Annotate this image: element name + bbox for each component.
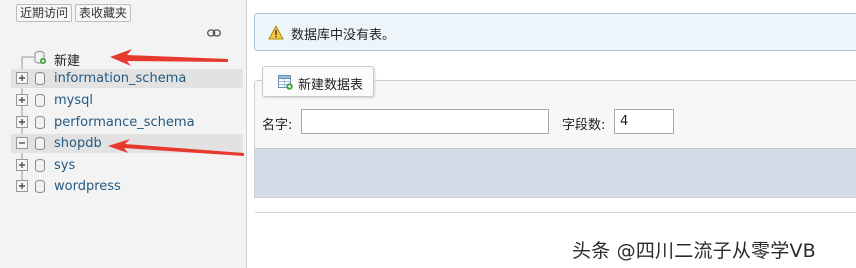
tree-item-label: 新建 <box>54 54 81 69</box>
new-db-icon <box>34 51 46 64</box>
database-icon <box>35 180 45 193</box>
tree-item-label: mysql <box>54 93 93 108</box>
collapse-minus-icon[interactable] <box>16 137 28 149</box>
database-icon <box>35 72 45 85</box>
tree-item-shopdb[interactable]: shopdb <box>11 134 243 153</box>
main-content: 数据库中没有表。 新建数据表 名字: 字段数: <box>248 0 856 268</box>
tree-item-sys[interactable]: sys <box>11 156 243 175</box>
table-name-input[interactable] <box>301 109 549 134</box>
new-table-icon <box>278 75 293 90</box>
tree-item-wordpress[interactable]: wordpress <box>11 177 243 196</box>
tree-item-label: wordpress <box>54 179 121 194</box>
database-icon <box>35 137 45 150</box>
divider <box>255 212 856 213</box>
expand-plus-icon[interactable] <box>16 94 28 106</box>
expand-plus-icon[interactable] <box>16 159 28 171</box>
tree-item-information-schema[interactable]: information_schema <box>11 69 243 88</box>
column-count-label: 字段数: <box>562 118 606 133</box>
watermark-text: 头条 @四川二流子从零学VB <box>572 240 816 262</box>
tree-item-performance-schema[interactable]: performance_schema <box>11 113 243 132</box>
notice-message: 数据库中没有表。 <box>254 13 856 51</box>
notice-text: 数据库中没有表。 <box>291 28 396 43</box>
expand-plus-icon[interactable] <box>16 180 28 192</box>
create-table-button[interactable]: 新建数据表 <box>262 66 374 97</box>
tree-item-label: sys <box>54 158 76 173</box>
tree-item-mysql[interactable]: mysql <box>11 91 243 110</box>
form-action-bar <box>255 148 856 197</box>
warning-icon <box>268 25 284 40</box>
tree-item-label: shopdb <box>54 136 102 151</box>
database-icon <box>35 94 45 107</box>
database-icon <box>35 159 45 172</box>
expand-plus-icon[interactable] <box>16 116 28 128</box>
create-table-label: 新建数据表 <box>298 78 364 93</box>
database-icon <box>35 116 45 129</box>
navigation-panel: 近期访问 表收藏夹 新建 information_schema mysql pe… <box>0 0 247 268</box>
tree-item-label: performance_schema <box>54 115 195 130</box>
table-name-label: 名字: <box>262 118 293 133</box>
tree-item-new[interactable]: 新建 <box>11 48 243 69</box>
expand-plus-icon[interactable] <box>16 72 28 84</box>
tree-item-label: information_schema <box>54 71 187 86</box>
column-count-input[interactable] <box>614 109 674 134</box>
